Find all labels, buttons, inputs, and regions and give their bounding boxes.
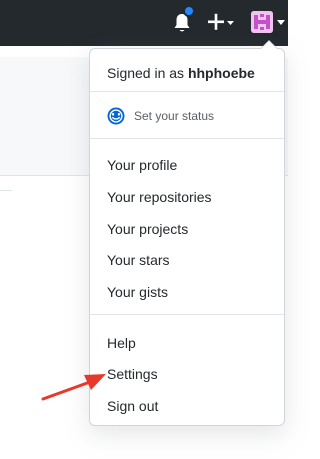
caret-down-icon — [277, 20, 285, 25]
avatar-button[interactable] — [251, 11, 287, 35]
annotation-arrow-icon — [41, 374, 106, 401]
signed-in-header: Signed in as hhphoebe — [107, 65, 255, 81]
set-status-label: Set your status — [134, 109, 215, 123]
username: hhphoebe — [187, 65, 255, 81]
avatar — [251, 11, 273, 33]
menu-item-your-projects[interactable]: Your projects — [107, 220, 188, 238]
menu-item-help[interactable]: Help — [107, 334, 136, 352]
notification-dot — [183, 5, 195, 17]
menu-caret-fill — [261, 41, 277, 49]
menu-item-your-profile[interactable]: Your profile — [107, 156, 177, 174]
menu-item-your-stars[interactable]: Your stars — [107, 251, 170, 269]
smiley-icon — [107, 107, 125, 125]
page-divider — [0, 190, 12, 191]
signed-in-label: Signed in as — [107, 65, 185, 81]
menu-item-settings[interactable]: Settings — [107, 365, 158, 383]
menu-divider — [90, 138, 284, 139]
account-dropdown-menu: Signed in as hhphoebe Set your status Yo… — [89, 40, 285, 426]
menu-divider — [90, 91, 284, 92]
plus-icon[interactable] — [207, 11, 235, 33]
menu-divider — [90, 314, 284, 315]
menu-item-your-repositories[interactable]: Your repositories — [107, 188, 212, 206]
menu-item-your-gists[interactable]: Your gists — [107, 283, 168, 301]
header-bar — [0, 0, 288, 46]
set-status-button[interactable]: Set your status — [107, 105, 214, 127]
menu-item-sign-out[interactable]: Sign out — [107, 397, 158, 415]
